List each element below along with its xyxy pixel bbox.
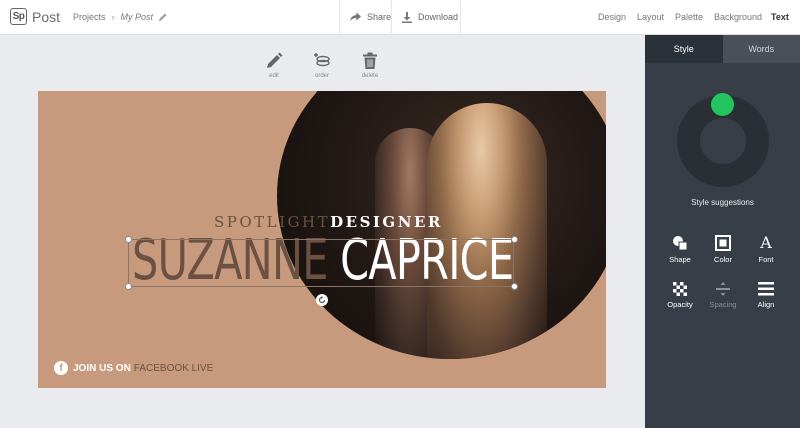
nav-text[interactable]: Text [771, 12, 789, 22]
edit-tool[interactable]: edit [259, 52, 289, 79]
resize-handle-bottom-left[interactable] [125, 283, 132, 290]
facebook-callout[interactable]: f JOIN US ON FACEBOOK LIVE [54, 361, 213, 375]
design-canvas[interactable]: SPOTLIGHTDESIGNER SUZANNE CAPRICE f JOIN… [38, 91, 606, 388]
color-icon [715, 235, 731, 251]
trash-icon [363, 52, 377, 69]
opacity-checker-icon [673, 282, 687, 296]
share-icon [350, 12, 361, 22]
resize-handle-bottom-right[interactable] [511, 283, 518, 290]
breadcrumb-separator: › [111, 12, 115, 22]
facebook-callout-part2: FACEBOOK LIVE [133, 362, 214, 374]
breadcrumb-projects-link[interactable]: Projects [73, 12, 106, 22]
delete-tool[interactable]: delete [355, 52, 385, 79]
app-logo[interactable]: Sp Post [10, 8, 60, 25]
color-tool[interactable]: Color [703, 235, 743, 264]
rotate-icon [318, 296, 326, 304]
download-label: Download [418, 12, 459, 22]
align-label: Align [757, 300, 775, 309]
nav-background[interactable]: Background [714, 12, 762, 22]
shape-label: Shape [669, 255, 691, 264]
share-button[interactable]: Share [339, 0, 391, 34]
spacing-label: Spacing [709, 300, 737, 309]
opacity-tool[interactable]: Opacity [660, 282, 700, 309]
style-wheel-knob[interactable] [711, 93, 734, 116]
order-label: order [314, 73, 329, 79]
color-label: Color [714, 255, 732, 264]
logo-badge: Sp [10, 8, 27, 25]
delete-label: delete [361, 73, 379, 79]
breadcrumb-current[interactable]: My Post [121, 12, 154, 22]
nav-layout[interactable]: Layout [637, 12, 664, 22]
font-icon: A [760, 233, 772, 252]
download-button[interactable]: Download [391, 0, 461, 34]
style-panel: Style Words Style suggestions Shape Colo… [645, 35, 800, 428]
spacing-icon [716, 282, 730, 296]
tab-style[interactable]: Style [645, 35, 723, 63]
resize-handle-top-right[interactable] [511, 236, 518, 243]
opacity-label: Opacity [667, 300, 693, 309]
align-tool[interactable]: Align [746, 282, 786, 309]
spacing-tool[interactable]: Spacing [703, 282, 743, 309]
align-icon [758, 282, 774, 296]
logo-text: Post [32, 8, 61, 25]
shape-icon [673, 236, 688, 251]
facebook-callout-part1: JOIN US ON [73, 362, 131, 374]
download-icon [402, 11, 412, 23]
shape-tool[interactable]: Shape [660, 235, 700, 264]
facebook-icon: f [54, 361, 68, 375]
edit-label: edit [269, 73, 279, 79]
font-tool[interactable]: A Font [746, 233, 786, 265]
resize-handle-top-left[interactable] [125, 236, 132, 243]
panel-tabs: Style Words [645, 35, 800, 63]
top-bar: Sp Post Projects › My Post Share Downloa… [0, 0, 800, 35]
wheel-center [700, 118, 746, 164]
breadcrumb: Projects › My Post [73, 12, 168, 22]
layers-icon [314, 53, 330, 67]
nav-design[interactable]: Design [598, 12, 626, 22]
pencil-icon [267, 52, 283, 68]
rename-pencil-icon[interactable] [158, 12, 168, 22]
font-label: Font [758, 255, 774, 264]
tab-words[interactable]: Words [722, 35, 800, 63]
style-suggestions-label: Style suggestions [691, 198, 754, 207]
rotate-handle[interactable] [316, 294, 328, 306]
order-tool[interactable]: order [307, 52, 337, 79]
nav-palette[interactable]: Palette [675, 12, 703, 22]
share-label: Share [366, 12, 391, 22]
selection-box [128, 239, 514, 287]
